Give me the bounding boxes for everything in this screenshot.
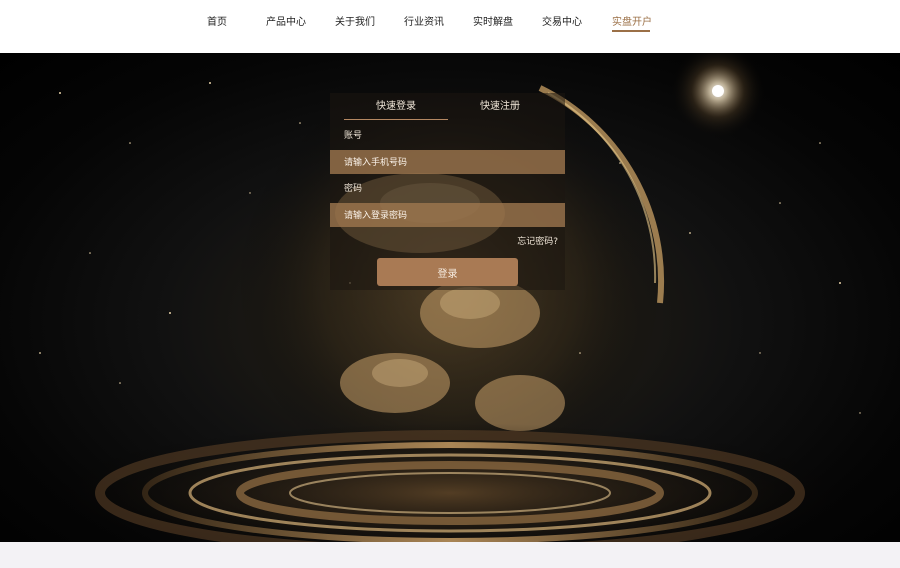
- tab-quick-register[interactable]: 快速注册: [480, 93, 520, 120]
- nav-item-trading-center[interactable]: 交易中心: [542, 0, 582, 46]
- forgot-password-link[interactable]: 忘记密码?: [517, 234, 558, 247]
- nav-item-live-analysis[interactable]: 实时解盘: [473, 0, 513, 46]
- password-label: 密码: [344, 184, 363, 194]
- nav-item-news[interactable]: 行业资讯: [404, 0, 444, 46]
- account-label: 账号: [344, 131, 363, 141]
- active-tab-indicator: [344, 119, 448, 120]
- login-panel: 快速登录 快速注册 账号 密码 忘记密码? 登录: [330, 93, 565, 290]
- nav-active-indicator: [612, 30, 650, 32]
- hero-banner: 快速登录 快速注册 账号 密码 忘记密码? 登录: [0, 53, 900, 542]
- tab-quick-login[interactable]: 快速登录: [376, 93, 416, 120]
- nav-item-products[interactable]: 产品中心: [266, 0, 306, 46]
- nav-item-about[interactable]: 关于我们: [335, 0, 375, 46]
- password-input[interactable]: [330, 203, 565, 227]
- nav-item-open-account[interactable]: 实盘开户: [612, 0, 652, 46]
- top-nav: 首页 产品中心 关于我们 行业资讯 实时解盘 交易中心 实盘开户: [0, 0, 900, 53]
- nav-item-home[interactable]: 首页: [207, 0, 227, 46]
- page-bottom-strip: [0, 542, 900, 568]
- login-button[interactable]: 登录: [377, 258, 518, 286]
- phone-number-input[interactable]: [330, 150, 565, 174]
